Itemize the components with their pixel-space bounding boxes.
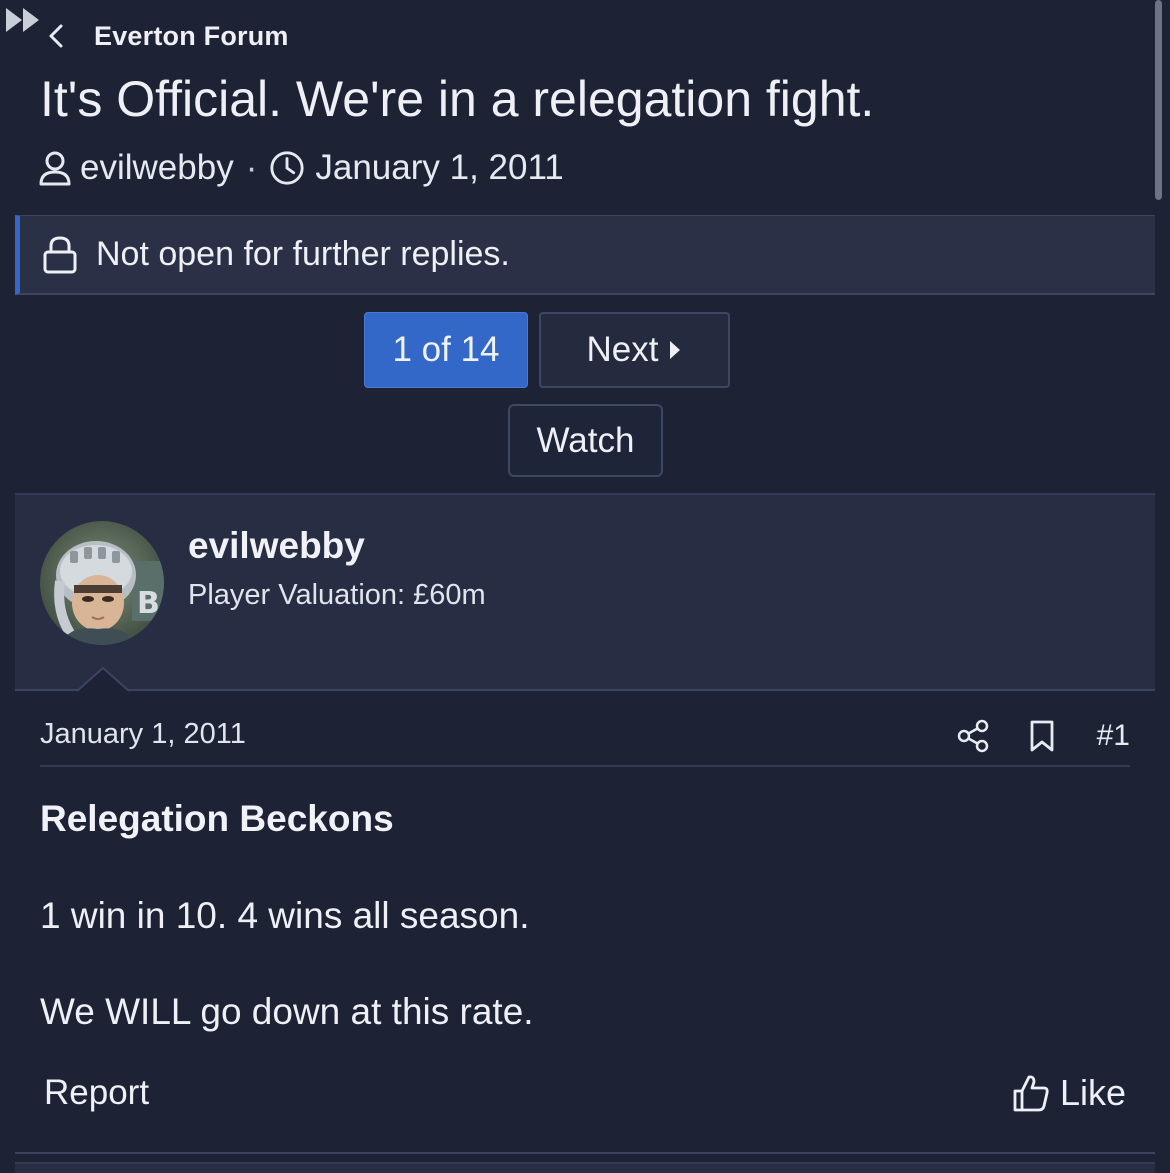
user-icon — [38, 148, 74, 188]
page-title: It's Official. We're in a relegation fig… — [40, 71, 875, 127]
post-heading: Relegation Beckons — [40, 798, 394, 839]
post-footer-divider — [15, 1152, 1155, 1154]
post-body-line: We WILL go down at this rate. — [40, 991, 534, 1032]
page-selector-button[interactable]: 1 of 14 — [364, 312, 528, 388]
thread-author-link[interactable]: evilwebby — [80, 148, 234, 188]
thread-date[interactable]: January 1, 2011 — [315, 148, 563, 188]
bookmark-icon[interactable] — [1029, 719, 1057, 753]
watch-label: Watch — [536, 420, 635, 460]
post-actions: #1 — [957, 714, 1130, 758]
report-button[interactable]: Report — [44, 1073, 149, 1113]
user-title: Player Valuation: £60m — [188, 579, 486, 611]
thumbs-up-icon — [1012, 1073, 1050, 1113]
breadcrumb-forum-link[interactable]: Everton Forum — [94, 21, 289, 52]
post-number-link[interactable]: #1 — [1097, 719, 1130, 753]
svg-text:B: B — [137, 586, 160, 621]
thread-meta: evilwebby · January 1, 2011 — [38, 146, 564, 190]
next-page-button[interactable]: Next — [539, 312, 730, 388]
post-header-divider — [40, 765, 1130, 767]
chevron-left-icon[interactable] — [40, 19, 74, 53]
panel-arrow-notch — [77, 666, 129, 692]
share-icon[interactable] — [957, 719, 991, 753]
meta-separator: · — [245, 148, 258, 187]
lock-icon — [42, 235, 80, 275]
next-post-edge — [15, 1162, 1155, 1173]
locked-notice-text: Not open for further replies. — [96, 235, 510, 273]
clock-icon — [269, 148, 305, 188]
post-date[interactable]: January 1, 2011 — [40, 718, 246, 751]
next-page-label: Next — [586, 330, 659, 369]
like-button[interactable]: Like — [1012, 1072, 1126, 1114]
post-username[interactable]: evilwebby — [188, 525, 365, 567]
scrollbar[interactable] — [1155, 0, 1162, 200]
next-triangle-icon — [668, 339, 682, 361]
avatar[interactable]: B — [40, 521, 164, 645]
page-selector-label: 1 of 14 — [392, 330, 500, 369]
watch-button[interactable]: Watch — [508, 404, 663, 477]
post-body-line: 1 win in 10. 4 wins all season. — [40, 895, 530, 936]
post-user-panel: B evilwebby Player Valuation: £60m — [15, 493, 1155, 691]
like-label: Like — [1059, 1072, 1126, 1113]
locked-notice: Not open for further replies. — [15, 215, 1155, 295]
breadcrumb[interactable]: Everton Forum — [40, 14, 289, 58]
